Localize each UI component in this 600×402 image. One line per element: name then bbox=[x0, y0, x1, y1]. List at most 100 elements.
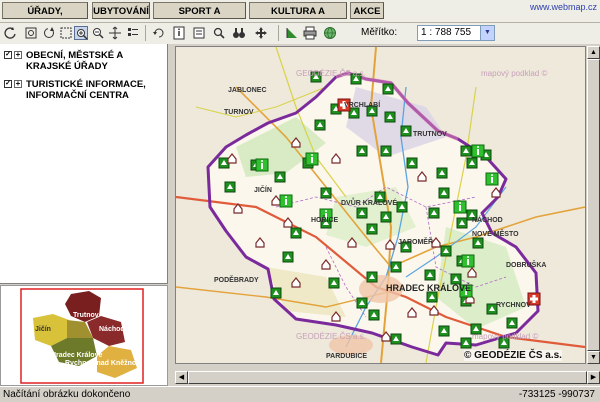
office-marker[interactable] bbox=[400, 125, 412, 137]
overview-label-rychnov: Rychnov nad Kněžnou bbox=[65, 360, 141, 367]
office-marker[interactable] bbox=[274, 171, 286, 183]
office-marker[interactable] bbox=[270, 287, 282, 299]
brand-link[interactable]: www.webmap.cz bbox=[530, 2, 597, 12]
info-marker[interactable] bbox=[279, 194, 293, 208]
expand-icon[interactable]: + bbox=[14, 80, 22, 88]
office-marker[interactable] bbox=[314, 119, 326, 131]
map-canvas[interactable]: GEODÉZIE ČS a.s. mapový podklad © GEODÉZ… bbox=[175, 46, 586, 364]
menu-kultura-priroda[interactable]: KULTURA A PŘÍRODA bbox=[249, 2, 347, 34]
town-label: JAROMĚŘ bbox=[398, 239, 434, 246]
overview-map[interactable]: Trutnov Jičín Náchod Hradec Králové Rych… bbox=[0, 285, 168, 386]
menu-urady-instituce[interactable]: ÚŘADY, INSTITUCE bbox=[2, 2, 88, 34]
office-marker[interactable] bbox=[320, 187, 332, 199]
horizontal-scroll-thumb[interactable] bbox=[188, 371, 587, 384]
office-marker[interactable] bbox=[440, 245, 452, 257]
info-marker[interactable] bbox=[255, 158, 269, 172]
office-marker[interactable] bbox=[368, 309, 380, 321]
menu-sport-turistika[interactable]: SPORT A TURISTIKA bbox=[153, 2, 246, 34]
menu-ubytovani[interactable]: UBYTOVÁNÍ bbox=[92, 2, 150, 19]
town-label: HRADEC KRÁLOVÉ bbox=[386, 283, 472, 293]
office-marker[interactable] bbox=[472, 237, 484, 249]
office-marker[interactable] bbox=[356, 207, 368, 219]
scroll-down-icon[interactable]: ▼ bbox=[587, 351, 600, 364]
office-marker[interactable] bbox=[438, 325, 450, 337]
office-marker[interactable] bbox=[390, 333, 402, 345]
coordinates-readout: -733125 -990737 bbox=[518, 389, 595, 400]
scale-select[interactable]: 1 : 788 755 ▼ bbox=[417, 25, 495, 41]
info-marker[interactable] bbox=[461, 254, 475, 268]
overview-label-jicin: Jičín bbox=[35, 326, 51, 333]
office-marker[interactable] bbox=[460, 337, 472, 349]
map-frame: GEODÉZIE ČS a.s. mapový podklad © GEODÉZ… bbox=[168, 44, 600, 386]
back-icon[interactable] bbox=[4, 26, 18, 40]
scale-label: Měřítko: bbox=[361, 27, 398, 38]
measure-icon[interactable] bbox=[192, 26, 206, 40]
overview-label-trutnov: Trutnov bbox=[73, 312, 99, 319]
info-marker[interactable] bbox=[453, 200, 467, 214]
office-marker[interactable] bbox=[366, 223, 378, 235]
office-marker[interactable] bbox=[460, 145, 472, 157]
zoom-extent-icon[interactable] bbox=[24, 26, 38, 40]
refresh-icon[interactable] bbox=[42, 26, 56, 40]
scroll-up-icon[interactable]: ▲ bbox=[587, 46, 600, 59]
office-marker[interactable] bbox=[438, 187, 450, 199]
toolbar-separator bbox=[278, 25, 279, 41]
flag-icon[interactable] bbox=[285, 26, 299, 40]
office-marker[interactable] bbox=[466, 157, 478, 169]
town-label: NÁCHOD bbox=[472, 217, 503, 224]
binoculars-icon[interactable] bbox=[232, 26, 246, 40]
watermark: GEODÉZIE ČS a.s. bbox=[296, 332, 366, 341]
office-marker[interactable] bbox=[424, 269, 436, 281]
office-marker[interactable] bbox=[328, 277, 340, 289]
vertical-scrollbar[interactable]: ▲ ▼ bbox=[587, 46, 600, 364]
scroll-right-icon[interactable]: ▶ bbox=[587, 371, 600, 384]
search-icon[interactable] bbox=[212, 26, 226, 40]
info-marker[interactable] bbox=[305, 152, 319, 166]
office-marker[interactable] bbox=[406, 157, 418, 169]
info-marker[interactable] bbox=[485, 172, 499, 186]
horizontal-scrollbar[interactable]: ◀ ▶ bbox=[175, 371, 600, 384]
office-marker[interactable] bbox=[428, 207, 440, 219]
expand-icon[interactable]: + bbox=[14, 51, 22, 59]
zoom-in-icon[interactable] bbox=[74, 26, 88, 40]
office-marker[interactable] bbox=[436, 167, 448, 179]
office-marker[interactable] bbox=[380, 145, 392, 157]
info-icon[interactable] bbox=[172, 26, 186, 40]
pan-icon[interactable] bbox=[254, 26, 268, 40]
town-label: VRCHLABÍ bbox=[344, 102, 381, 109]
status-bar: Načítání obrázku dokončeno -733125 -9907… bbox=[0, 386, 600, 402]
office-marker[interactable] bbox=[382, 83, 394, 95]
office-marker[interactable] bbox=[426, 291, 438, 303]
watermark: mapový podklad © bbox=[481, 69, 548, 78]
zoom-window-icon[interactable] bbox=[59, 26, 73, 40]
overview-label-nachod: Náchod bbox=[99, 326, 125, 333]
menu-bar: ÚŘADY, INSTITUCE UBYTOVÁNÍ SPORT A TURIS… bbox=[0, 0, 600, 34]
office-marker[interactable] bbox=[384, 111, 396, 123]
office-marker[interactable] bbox=[396, 201, 408, 213]
toolbar: Měřítko: 1 : 788 755 ▼ bbox=[0, 22, 600, 44]
layer-checkbox[interactable]: ✓ bbox=[4, 80, 12, 88]
chevron-down-icon[interactable]: ▼ bbox=[480, 26, 494, 40]
office-marker[interactable] bbox=[224, 181, 236, 193]
office-marker[interactable] bbox=[506, 317, 518, 329]
office-marker[interactable] bbox=[356, 145, 368, 157]
rotate-icon[interactable] bbox=[152, 26, 166, 40]
zoom-out-icon[interactable] bbox=[91, 26, 105, 40]
layers-list-icon[interactable] bbox=[126, 26, 140, 40]
office-marker[interactable] bbox=[282, 251, 294, 263]
pan-arrows-icon[interactable] bbox=[108, 26, 122, 40]
layer-checkbox[interactable]: ✓ bbox=[4, 51, 12, 59]
office-marker[interactable] bbox=[356, 297, 368, 309]
info-marker[interactable] bbox=[471, 144, 485, 158]
office-marker[interactable] bbox=[366, 271, 378, 283]
menu-akce[interactable]: AKCE bbox=[350, 2, 384, 19]
office-marker[interactable] bbox=[380, 211, 392, 223]
status-text: Načítání obrázku dokončeno bbox=[3, 389, 131, 400]
scroll-left-icon[interactable]: ◀ bbox=[175, 371, 188, 384]
globe-icon[interactable] bbox=[323, 26, 337, 40]
vertical-scroll-thumb[interactable] bbox=[587, 59, 600, 351]
print-icon[interactable] bbox=[303, 26, 317, 40]
office-marker[interactable] bbox=[456, 217, 468, 229]
office-marker[interactable] bbox=[390, 261, 402, 273]
office-marker[interactable] bbox=[290, 227, 302, 239]
